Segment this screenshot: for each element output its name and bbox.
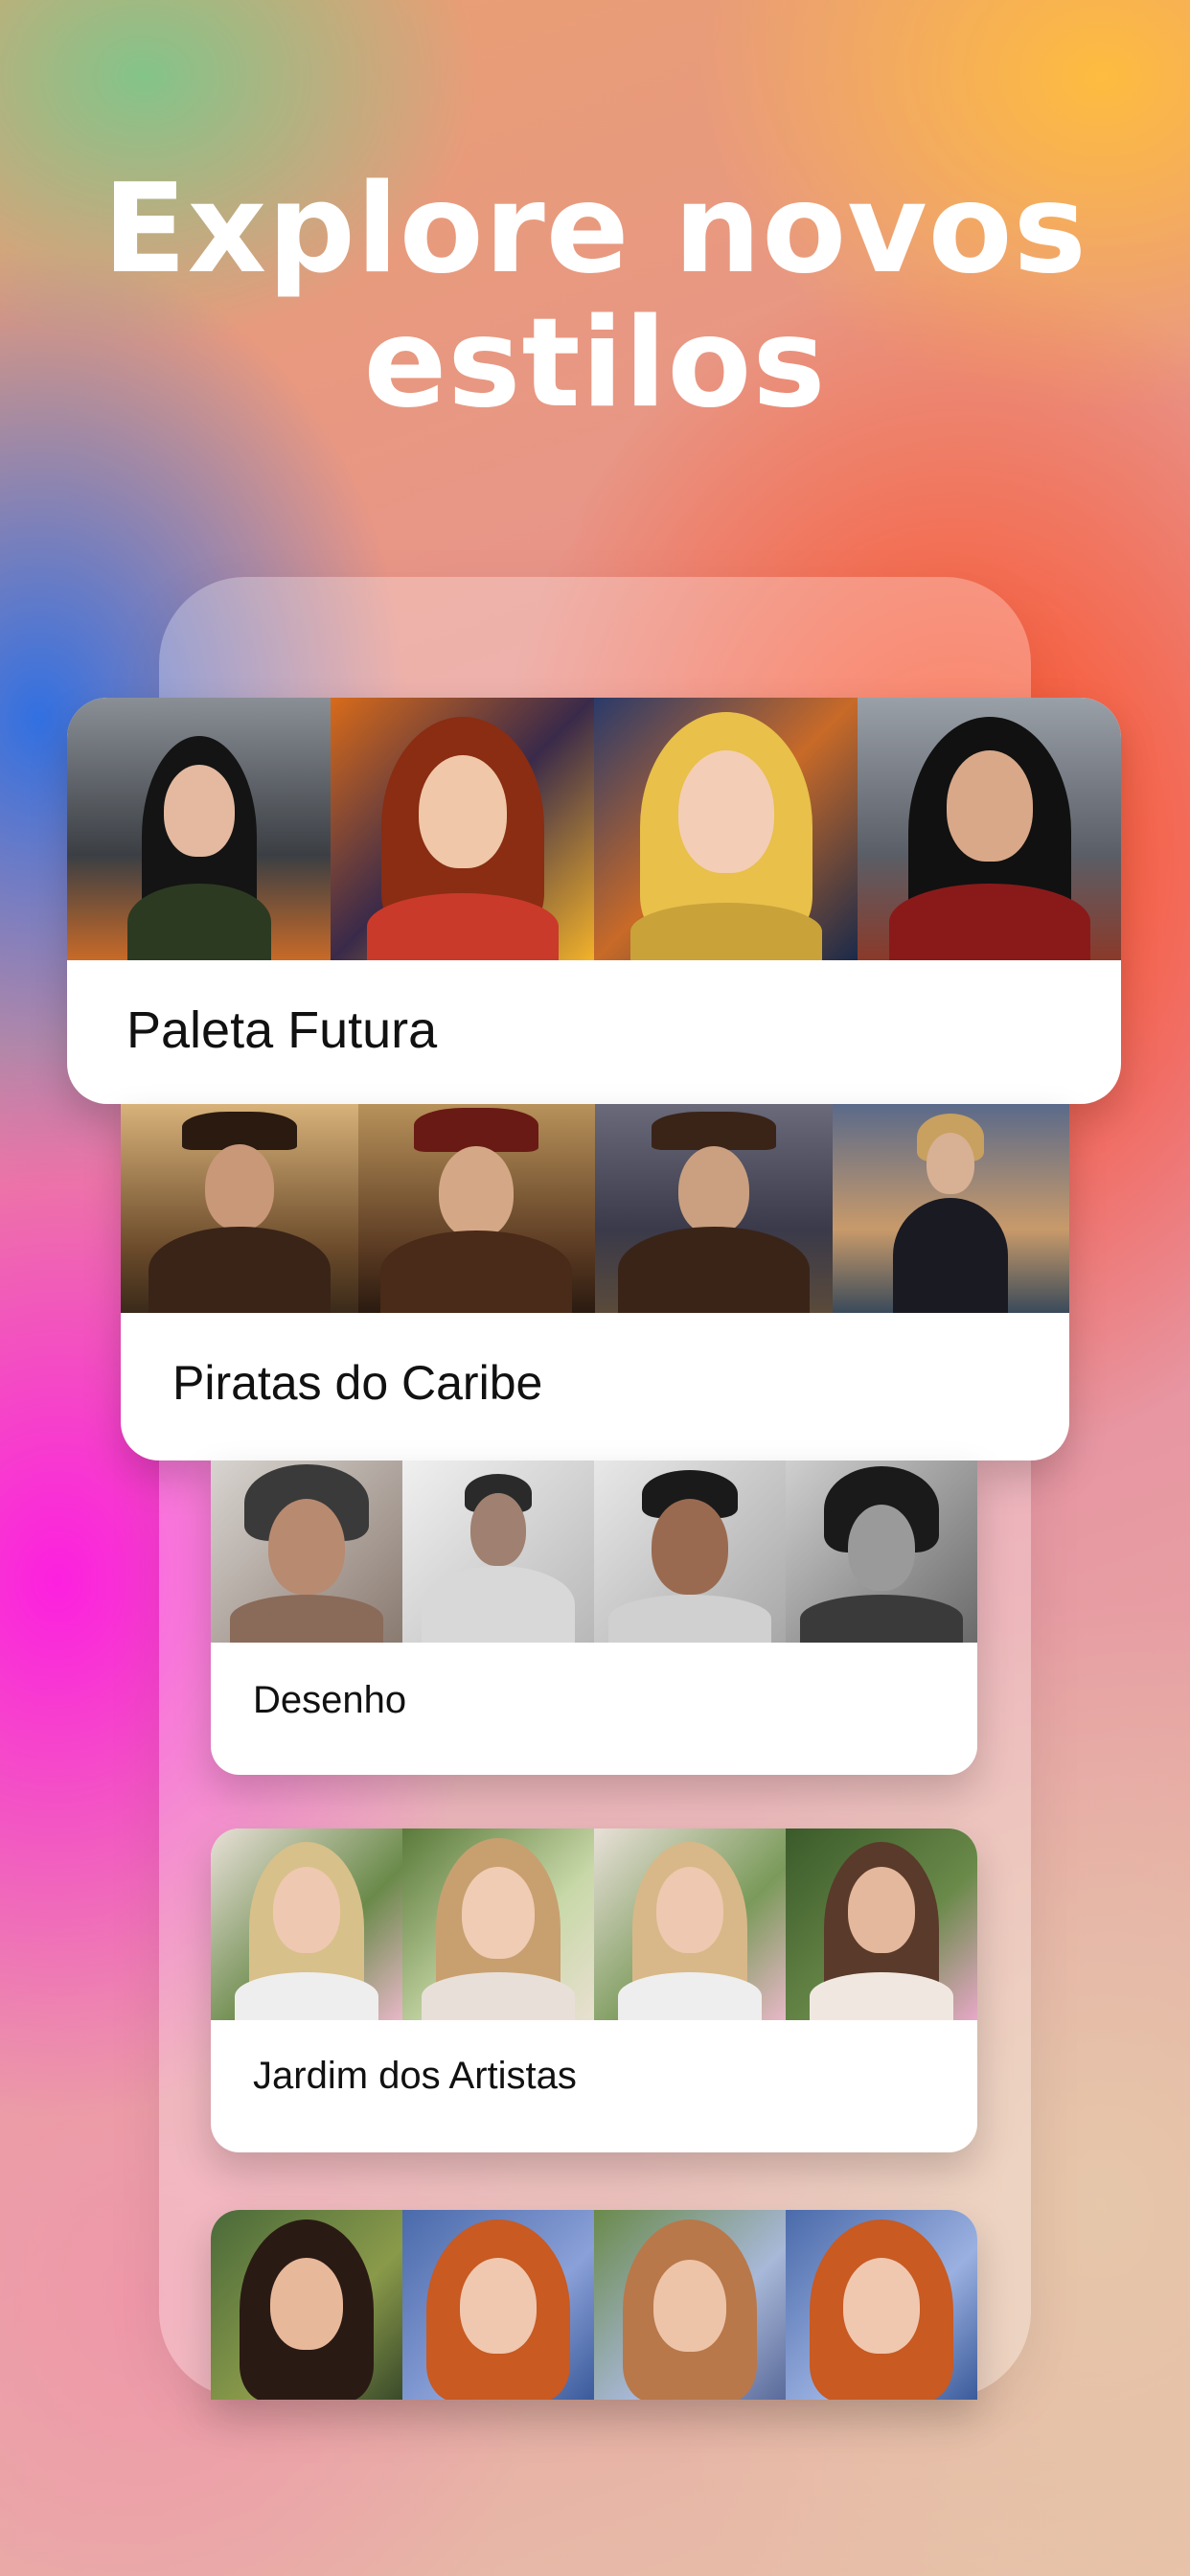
headline: Explore novos estilos — [0, 163, 1190, 431]
style-thumbnails — [67, 698, 1121, 960]
headline-line-2: estilos — [363, 292, 827, 435]
style-thumbnails — [211, 1828, 977, 2020]
style-card-paleta-futura[interactable]: Paleta Futura — [67, 698, 1121, 1104]
style-thumbnail — [402, 2210, 594, 2400]
style-thumbnails — [211, 2210, 977, 2400]
style-thumbnail — [594, 1828, 786, 2020]
style-thumbnail — [402, 1828, 594, 2020]
style-thumbnail — [211, 1828, 402, 2020]
style-card-piratas-do-caribe[interactable]: Piratas do Caribe — [121, 1104, 1069, 1460]
style-thumbnail — [832, 1104, 1069, 1313]
style-thumbnail — [595, 1104, 833, 1313]
style-card-title: Paleta Futura — [126, 1001, 438, 1059]
style-thumbnail — [402, 1460, 594, 1643]
headline-line-1: Explore novos — [103, 158, 1087, 301]
style-card-title: Jardim dos Artistas — [253, 2055, 577, 2097]
style-thumbnail — [121, 1104, 358, 1313]
style-thumbnail — [67, 698, 331, 960]
style-thumbnail — [211, 2210, 402, 2400]
style-card-title: Piratas do Caribe — [172, 1356, 543, 1410]
style-thumbnail — [331, 698, 594, 960]
style-thumbnail — [211, 1460, 402, 1643]
style-thumbnail — [786, 1828, 977, 2020]
style-thumbnail — [786, 2210, 977, 2400]
style-thumbnails — [211, 1460, 977, 1643]
style-thumbnail — [858, 698, 1121, 960]
style-card-jardim-dos-artistas[interactable]: Jardim dos Artistas — [211, 1828, 977, 2152]
style-thumbnail — [357, 1104, 595, 1313]
style-card-title: Desenho — [253, 1679, 407, 1721]
style-thumbnails — [121, 1104, 1069, 1313]
style-thumbnail — [594, 1460, 786, 1643]
style-card-desenho[interactable]: Desenho — [211, 1460, 977, 1775]
style-thumbnail — [786, 1460, 977, 1643]
style-thumbnail — [594, 2210, 786, 2400]
style-thumbnail — [594, 698, 858, 960]
style-card-partial[interactable] — [211, 2210, 977, 2400]
